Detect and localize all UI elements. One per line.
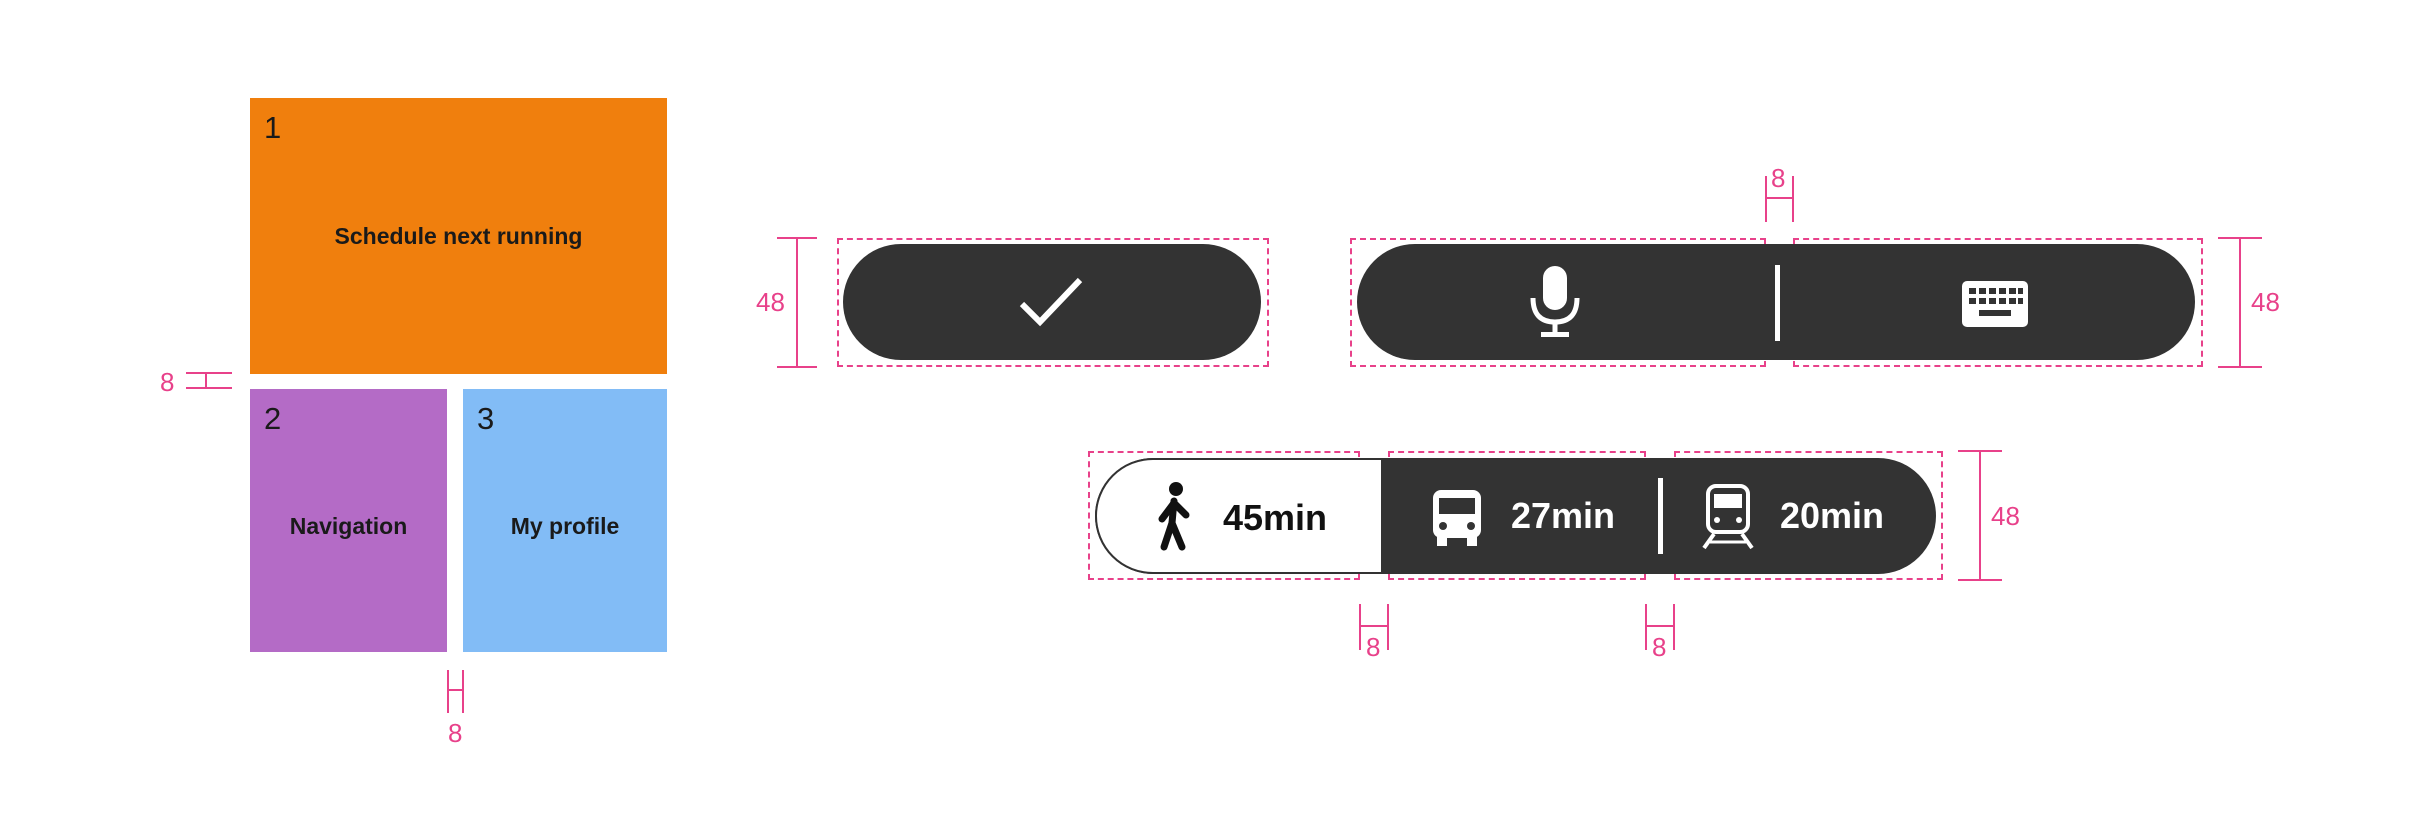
voice-gap-label: 8 <box>1771 163 1786 193</box>
tile-gap-vertical-label: 8 <box>160 367 175 397</box>
tile-gap-horizontal-label: 8 <box>448 718 463 748</box>
dimension-lines <box>186 176 2262 713</box>
confirm-height-label: 48 <box>756 287 785 317</box>
voice-height-label: 48 <box>2251 287 2280 317</box>
transport-gap-2-label: 8 <box>1652 632 1667 662</box>
transport-gap-1-label: 8 <box>1366 632 1381 662</box>
transport-height-label: 48 <box>1991 501 2020 531</box>
